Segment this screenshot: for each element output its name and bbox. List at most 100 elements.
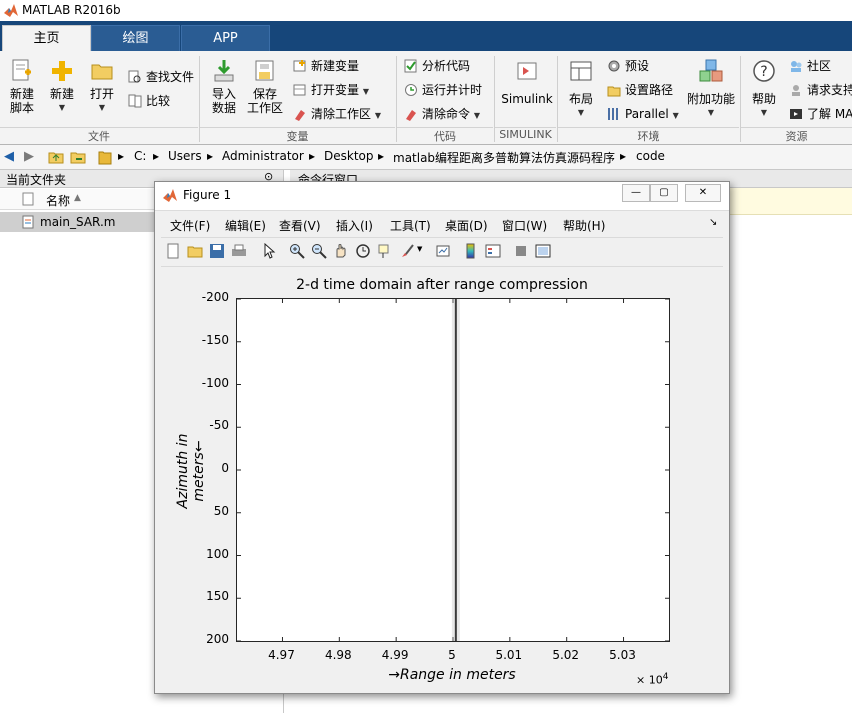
x-exponent-multiplier: × 104 [636, 672, 669, 687]
x-tick-label: 5.02 [552, 648, 580, 662]
clear-workspace-dropdown-icon[interactable]: ▼ [375, 111, 381, 120]
menu-tools[interactable]: 工具(T) [390, 217, 431, 234]
new-dropdown-icon[interactable]: ▼ [46, 101, 78, 115]
clear-commands-icon [406, 110, 416, 121]
browse-folder-icon[interactable] [70, 150, 86, 164]
breadcrumb-desktop[interactable]: Desktop [324, 149, 374, 163]
list-item[interactable]: main_SAR.m [0, 212, 158, 232]
import-data-button[interactable]: 导入 数据 [207, 58, 241, 115]
clear-workspace-button[interactable]: 清除工作区 ▼ [293, 105, 381, 123]
maximize-icon[interactable]: ▢ [650, 184, 678, 202]
tab-home[interactable]: 主页 [2, 25, 91, 52]
simulink-button[interactable]: Simulink [501, 58, 553, 106]
breadcrumb-project-folder[interactable]: matlab编程距离多普勒算法仿真源码程序 [393, 149, 615, 166]
addons-cubes-icon [699, 59, 723, 82]
menu-help[interactable]: 帮助(H) [563, 217, 605, 234]
brush-icon[interactable] [399, 243, 415, 259]
set-path-button[interactable]: 设置路径 [607, 81, 673, 99]
rotate-3d-icon[interactable] [355, 243, 371, 259]
clear-commands-dropdown-icon[interactable]: ▼ [474, 111, 480, 120]
pan-hand-icon[interactable] [333, 243, 349, 259]
parallel-dropdown-icon[interactable]: ▼ [673, 111, 679, 120]
minimize-icon[interactable]: — [622, 184, 650, 202]
request-support-button[interactable]: 请求支持 [789, 81, 852, 99]
forward-arrow-icon[interactable]: ▶ [24, 149, 34, 164]
breadcrumb-users[interactable]: Users [168, 149, 202, 163]
edit-plot-arrow-icon[interactable] [261, 243, 277, 259]
figure-toolbar: ▼ [161, 237, 723, 267]
open-variable-button[interactable]: 打开变量 ▼ [293, 81, 369, 99]
breadcrumb-drive[interactable]: C: [134, 149, 146, 163]
layout-button[interactable]: 布局 ▼ [565, 58, 597, 120]
figure-title-bar[interactable]: Figure 1 — ▢ ✕ [155, 182, 729, 211]
menu-view[interactable]: 查看(V) [279, 217, 321, 234]
menu-file[interactable]: 文件(F) [170, 217, 210, 234]
learn-matlab-label: 了解 MA [807, 107, 852, 121]
file-group-label: 文件 [0, 127, 198, 144]
back-arrow-icon[interactable]: ◀ [4, 149, 14, 164]
insert-legend-icon[interactable] [485, 243, 501, 259]
layout-icon [570, 61, 592, 81]
new-button[interactable]: 新建 ▼ [46, 58, 78, 115]
menu-insert[interactable]: 插入(I) [336, 217, 373, 234]
breadcrumb-administrator[interactable]: Administrator [222, 149, 304, 163]
close-icon[interactable]: ✕ [685, 184, 721, 202]
help-dropdown-icon[interactable]: ▼ [748, 106, 780, 120]
x-tick-label: 4.97 [268, 648, 295, 662]
addons-dropdown-icon[interactable]: ▼ [686, 106, 736, 120]
clear-commands-button[interactable]: 清除命令 ▼ [404, 105, 480, 123]
save-workspace-label: 保存 工作区 [246, 87, 283, 115]
open-variable-icon [293, 84, 306, 96]
compare-button[interactable]: 比较 [128, 92, 170, 110]
print-icon[interactable] [231, 243, 247, 259]
new-variable-button[interactable]: 新建变量 [293, 57, 359, 75]
environment-group-label: 环境 [558, 127, 739, 144]
figure-title: Figure 1 [183, 188, 232, 202]
menu-edit[interactable]: 编辑(E) [225, 217, 266, 234]
dock-arrow-icon[interactable]: ↘ [709, 217, 717, 228]
addons-button[interactable]: 附加功能 ▼ [686, 58, 736, 120]
zoom-out-icon[interactable] [311, 243, 327, 259]
zoom-in-icon[interactable] [289, 243, 305, 259]
save-icon[interactable] [209, 243, 225, 259]
save-workspace-button[interactable]: 保存 工作区 [246, 58, 284, 115]
preferences-button[interactable]: 预设 [607, 57, 649, 75]
plot-area[interactable] [236, 298, 670, 642]
y-tick-label: 200 [206, 632, 229, 646]
link-plot-icon[interactable] [435, 243, 451, 259]
matlab-logo-icon [4, 4, 18, 17]
y-tick-label: 100 [206, 546, 229, 561]
parallel-button[interactable]: Parallel ▼ [607, 105, 679, 123]
tab-apps[interactable]: APP [181, 25, 270, 52]
tab-plots[interactable]: 绘图 [91, 25, 180, 52]
layout-dropdown-icon[interactable]: ▼ [565, 106, 597, 120]
sort-ascending-icon[interactable]: ▲ [74, 193, 81, 203]
community-button[interactable]: 社区 [789, 57, 831, 75]
insert-colorbar-icon[interactable] [463, 243, 479, 259]
open-dropdown-icon[interactable]: ▼ [86, 101, 118, 115]
open-button[interactable]: 打开 ▼ [86, 58, 118, 115]
open-file-icon[interactable] [187, 243, 203, 259]
compare-icon [128, 94, 142, 108]
new-figure-icon[interactable] [165, 243, 181, 259]
up-folder-icon[interactable] [48, 150, 64, 164]
show-plot-tools-icon[interactable] [535, 243, 551, 259]
preferences-label: 预设 [625, 59, 650, 73]
run-and-time-button[interactable]: 运行并计时 [404, 81, 482, 99]
y-tick-label: -50 [209, 418, 229, 433]
menu-desktop[interactable]: 桌面(D) [445, 217, 488, 234]
new-script-button[interactable]: 新建 脚本 [6, 58, 38, 115]
data-cursor-icon[interactable] [377, 243, 393, 259]
help-button[interactable]: ? 帮助 ▼ [748, 58, 780, 120]
analyze-code-button[interactable]: 分析代码 [404, 57, 470, 75]
column-name-header[interactable]: 名称 [46, 192, 70, 209]
run-and-time-icon [405, 84, 417, 96]
brush-dropdown-icon[interactable]: ▼ [417, 245, 422, 253]
addons-label: 附加功能 [686, 92, 735, 106]
learn-matlab-button[interactable]: 了解 MA [789, 105, 852, 123]
hide-plot-tools-icon[interactable] [513, 243, 529, 259]
menu-window[interactable]: 窗口(W) [502, 217, 547, 234]
breadcrumb-code[interactable]: code [636, 149, 665, 163]
open-variable-dropdown-icon[interactable]: ▼ [363, 87, 369, 96]
find-files-button[interactable]: 查找文件 [128, 68, 194, 86]
